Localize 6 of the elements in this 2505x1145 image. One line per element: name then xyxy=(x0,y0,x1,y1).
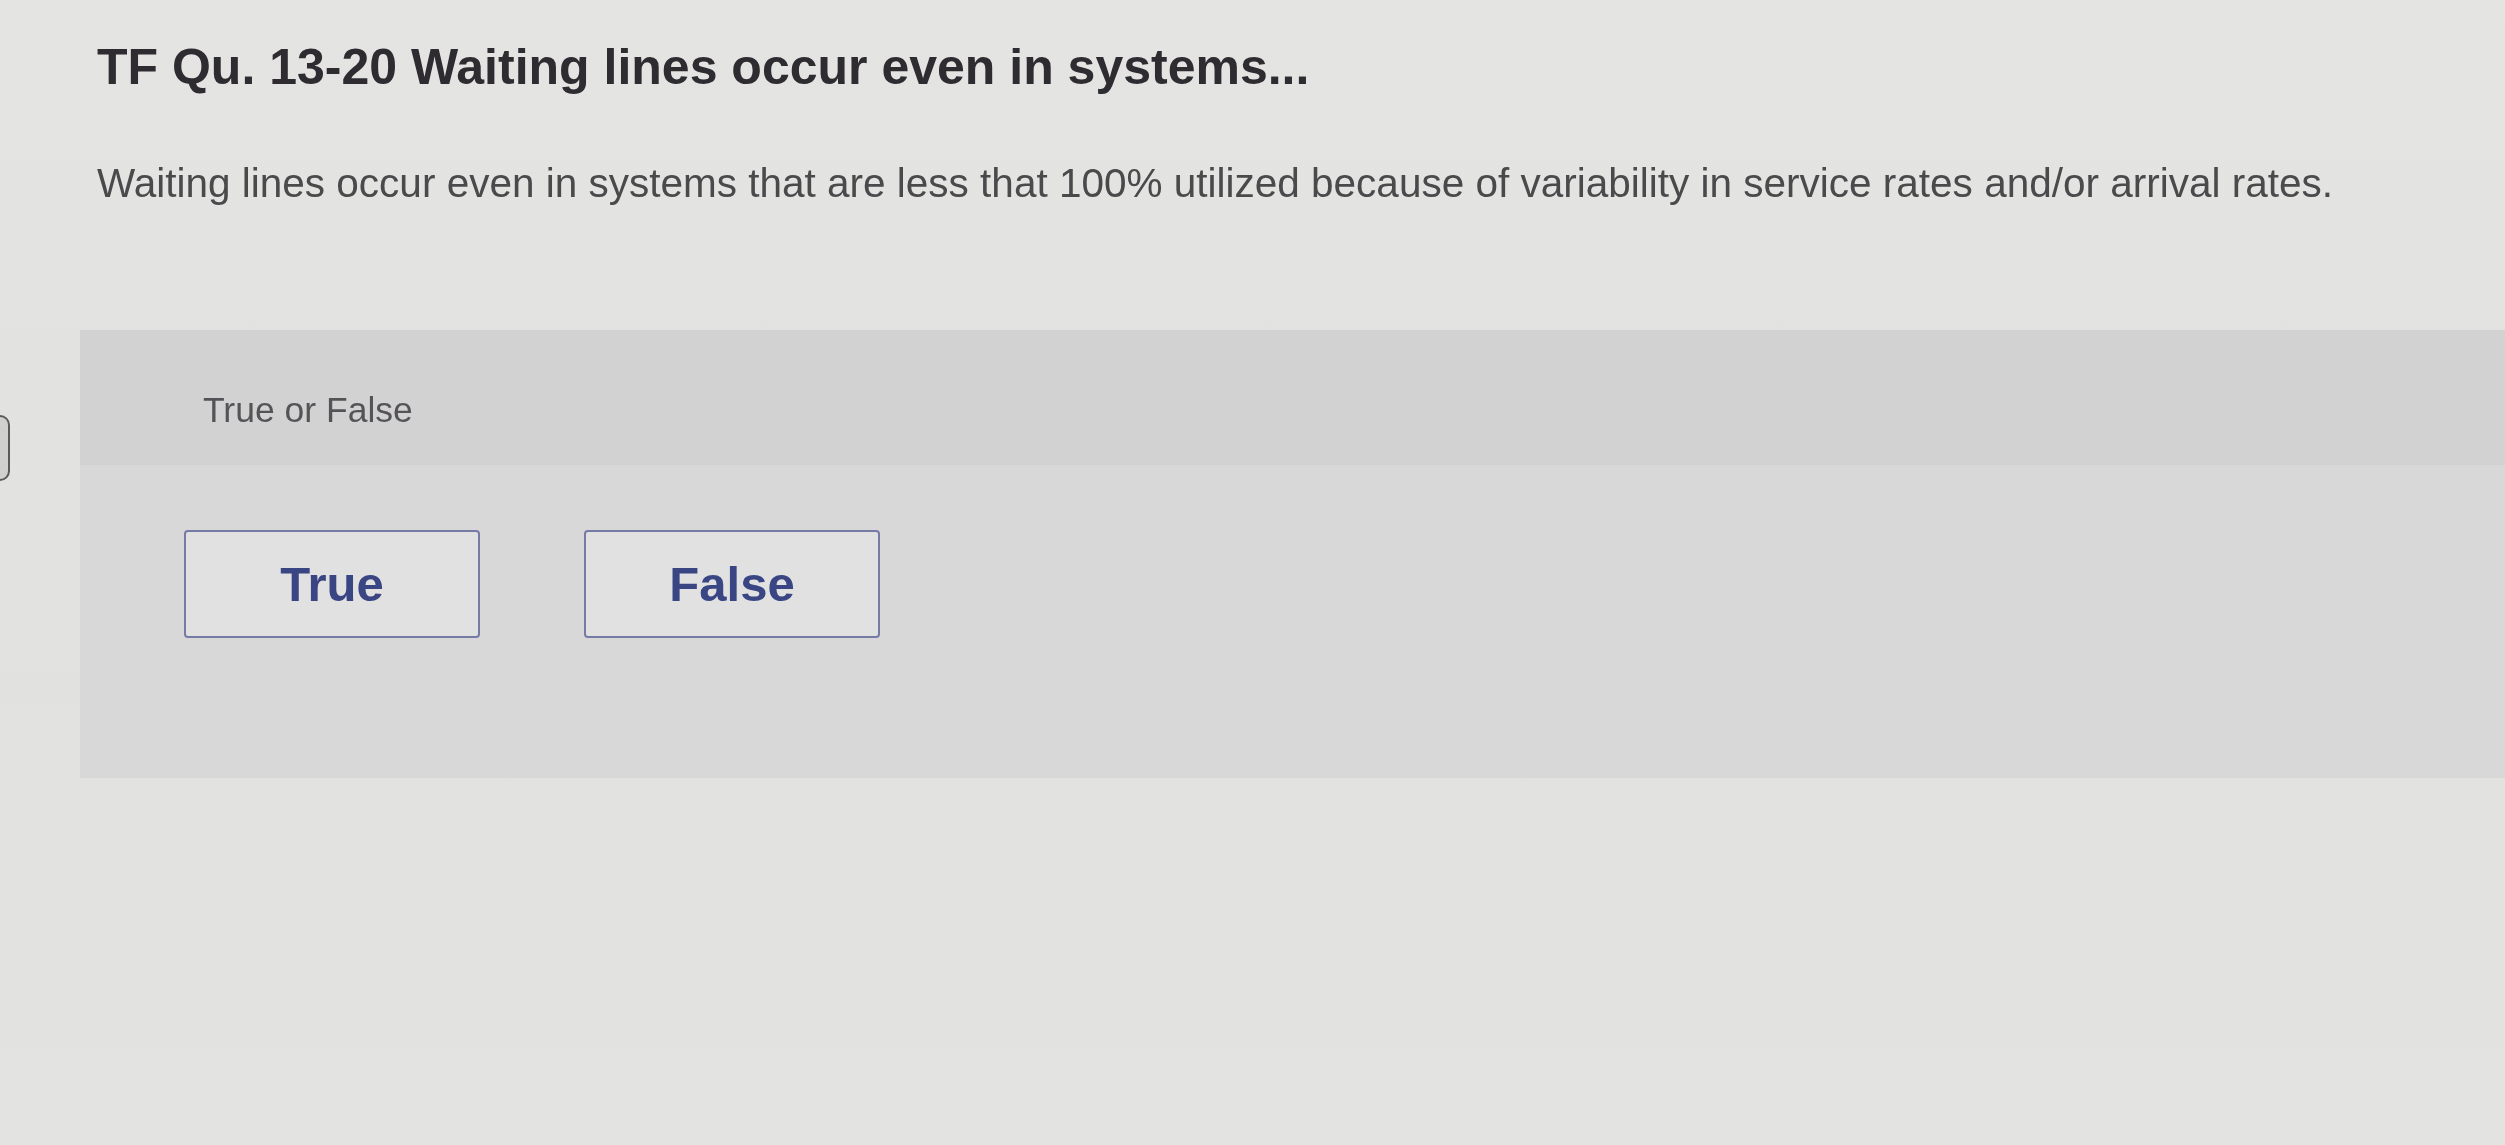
question-text: Waiting lines occur even in systems that are less that 100% utilized because of variability in service rates and/or arrival rates. xyxy=(97,159,2334,207)
answer-prompt: True or False xyxy=(203,390,413,430)
answer-option-button[interactable]: False xyxy=(584,530,880,638)
answer-option-button[interactable]: True xyxy=(184,530,480,638)
question-title: TF Qu. 13-20 Waiting lines occur even in systems... xyxy=(97,38,1310,96)
edge-handle[interactable] xyxy=(0,415,10,481)
